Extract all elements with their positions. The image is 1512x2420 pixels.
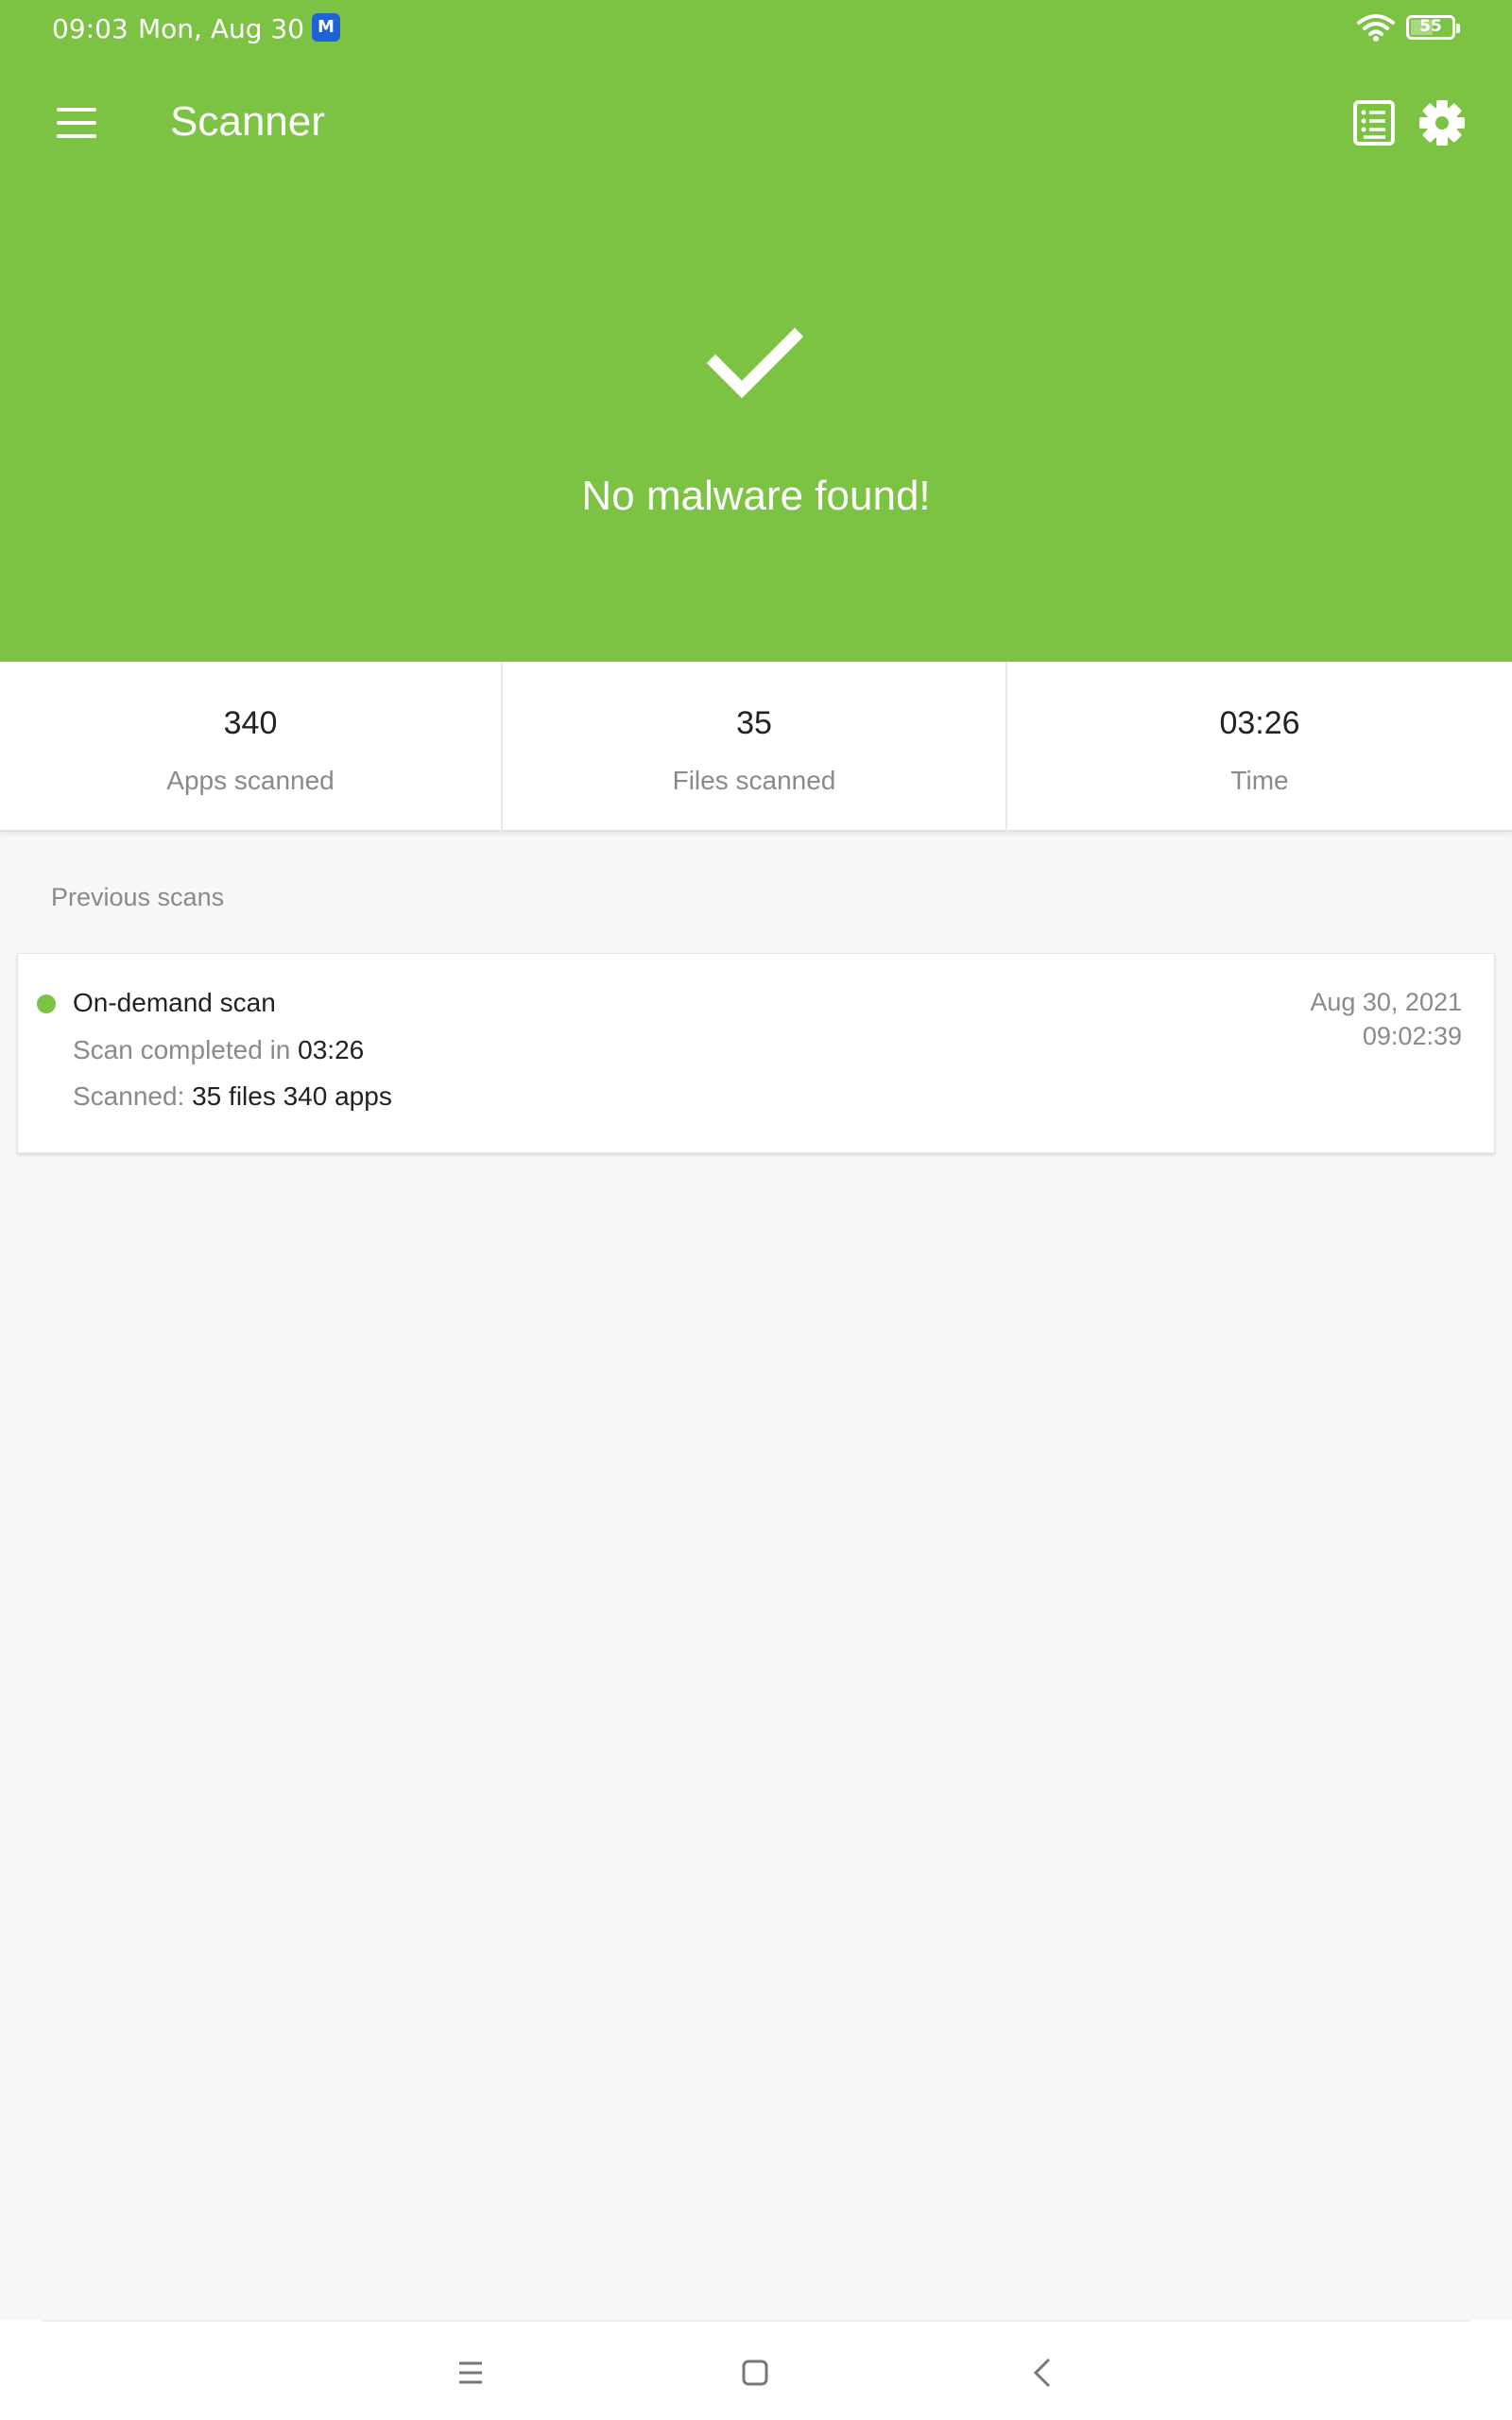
scan-status-dot [37, 994, 56, 1013]
home-icon [742, 2360, 768, 2386]
recents-icon [459, 2361, 482, 2384]
stat-value: 03:26 [1219, 705, 1300, 741]
stat-value: 35 [736, 705, 772, 741]
stat-label: Time [1230, 766, 1289, 795]
stat-time: 03:26 Time [1007, 662, 1512, 832]
scan-counts: Scanned: 35 files 340 apps [73, 1081, 392, 1112]
scan-type: On-demand scan [73, 988, 276, 1017]
scan-date: Aug 30, 2021 [1310, 988, 1462, 1016]
scan-duration-value: 03:26 [298, 1035, 365, 1064]
menu-icon-line [57, 121, 96, 125]
history-list-icon [1353, 100, 1395, 146]
stat-label: Files scanned [672, 766, 836, 795]
scan-stats: 340 Apps scanned 35 Files scanned 03:26 … [0, 662, 1512, 832]
settings-icon [1419, 100, 1465, 146]
menu-button[interactable] [42, 95, 110, 151]
scan-history-item[interactable]: On-demand scan Scan completed in 03:26 S… [17, 953, 1495, 1153]
menu-icon [57, 108, 96, 112]
notification-app-icon: M [312, 13, 340, 42]
scan-history-button[interactable] [1344, 93, 1404, 153]
nav-divider [42, 2320, 1470, 2322]
stat-value: 340 [223, 705, 278, 741]
back-button[interactable] [1015, 2344, 1072, 2401]
scan-result-text: No malware found! [581, 473, 931, 519]
scan-counts-label: Scanned: [73, 1081, 185, 1111]
stat-files-scanned: 35 Files scanned [503, 662, 1007, 832]
stat-apps-scanned: 340 Apps scanned [0, 662, 503, 832]
wifi-icon [1357, 14, 1395, 42]
status-bar: 09:03 Mon, Aug 30 M 55 [0, 0, 1512, 59]
status-date: Mon, Aug 30 [138, 13, 305, 44]
battery-icon: 55 [1406, 15, 1460, 40]
system-navigation-bar [0, 2320, 1512, 2420]
settings-button[interactable] [1412, 93, 1472, 153]
scan-time: 09:02:39 [1362, 1022, 1462, 1050]
scan-counts-value: 35 files 340 apps [192, 1081, 392, 1111]
app-bar: Scanner [0, 59, 1512, 191]
previous-scans-title: Previous scans [51, 883, 225, 911]
back-icon [1033, 2358, 1051, 2388]
menu-icon-line [57, 134, 96, 138]
scan-duration: Scan completed in 03:26 [73, 1035, 364, 1065]
home-button[interactable] [727, 2344, 783, 2401]
stat-label: Apps scanned [166, 766, 335, 795]
app-title: Scanner [170, 98, 325, 145]
checkmark-icon [706, 327, 804, 399]
battery-percent: 55 [1419, 17, 1442, 36]
recents-button[interactable] [442, 2344, 499, 2401]
scan-duration-label: Scan completed in [73, 1035, 291, 1064]
status-time: 09:03 [52, 13, 129, 44]
